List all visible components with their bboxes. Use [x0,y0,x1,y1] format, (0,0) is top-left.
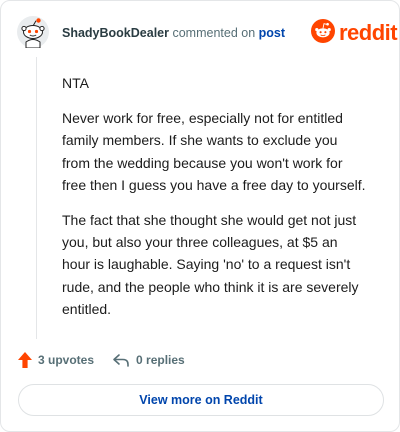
comment-paragraph: NTA [62,75,89,91]
comment-body: NTA Never work for free, especially not … [62,72,367,333]
reply-arrow-icon [112,352,130,368]
comment-actions: 3 upvotes 0 replies [17,349,185,371]
comment-paragraph: The fact that she thought she would get … [62,212,359,317]
post-link[interactable]: post [259,26,285,40]
upvote-arrow-icon [17,351,33,369]
comment-embed-card: ShadyBookDealer commented on post reddit [0,0,400,432]
reply-count: 0 replies [136,353,185,367]
username-link[interactable]: ShadyBookDealer [62,26,169,40]
reddit-wordmark: reddit [339,20,398,45]
upvote-button[interactable]: 3 upvotes [17,351,94,369]
comment-paragraph: Never work for free, especially not for … [62,110,366,193]
action-text: commented on [172,26,256,40]
comment-header: ShadyBookDealer commented on post reddit [1,1,399,65]
reply-button[interactable]: 0 replies [112,352,185,368]
comment-meta: ShadyBookDealer commented on post [62,26,285,40]
upvote-count: 3 upvotes [38,353,95,367]
reddit-logo-icon [311,18,335,48]
snoo-avatar-icon[interactable] [17,16,49,49]
thread-line [36,57,37,339]
view-more-button[interactable]: View more on Reddit [18,384,384,416]
reddit-brand[interactable]: reddit [311,18,398,48]
